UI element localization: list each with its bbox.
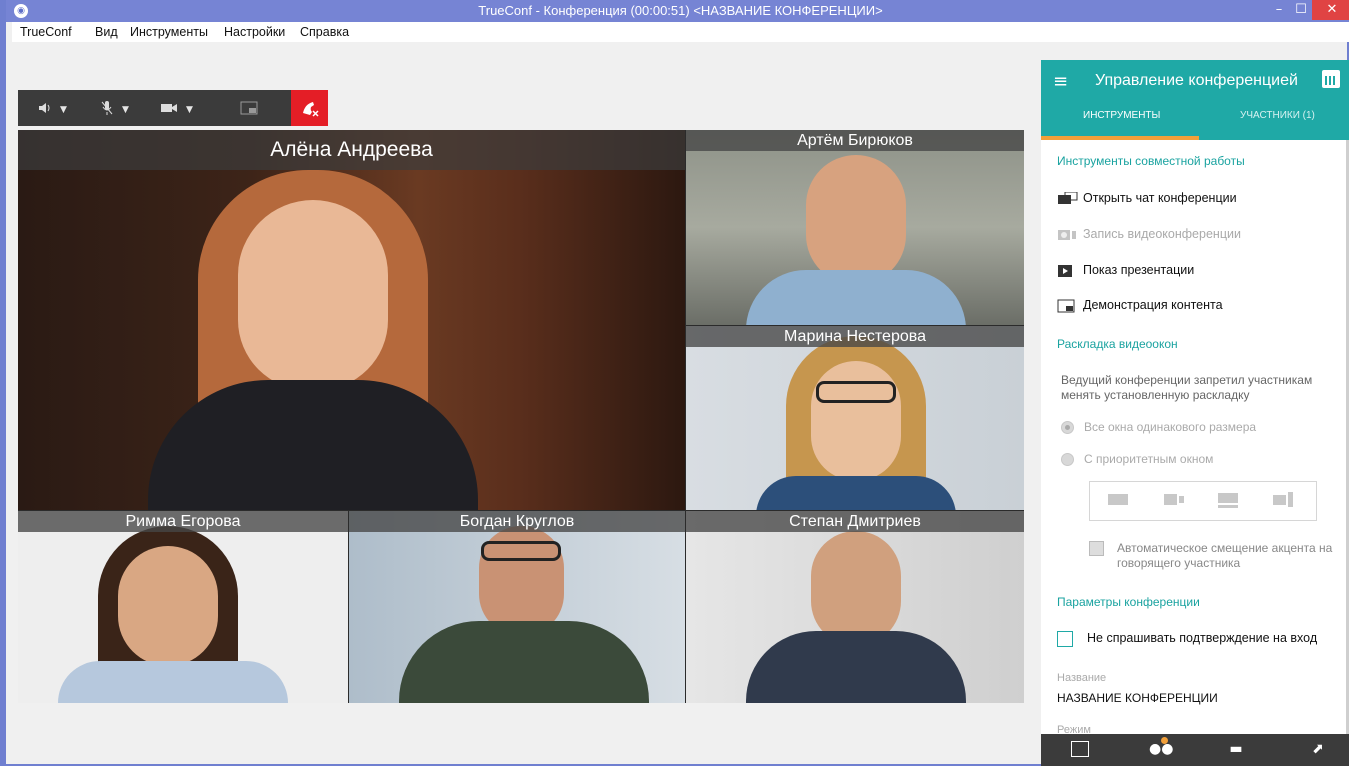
open-chat-label: Открыть чат конференции (1083, 191, 1237, 205)
maximize-button[interactable]: ☐ (1290, 0, 1312, 20)
participant-face (806, 155, 906, 285)
participant-name: Степан Дмитриев (686, 511, 1024, 532)
participant-face (118, 546, 218, 666)
checkbox (1089, 541, 1104, 556)
hang-up-button[interactable] (291, 90, 328, 126)
chevron-down-icon: ▼ (60, 105, 67, 115)
content-share-icon (1057, 299, 1075, 313)
hamburger-menu-icon[interactable]: ≡ (1053, 71, 1068, 92)
participant-name: Марина Нестерова (686, 326, 1024, 347)
record-icon (1058, 229, 1076, 240)
screen-share-icon (240, 101, 258, 115)
menu-help[interactable]: Справка (300, 25, 349, 39)
presentation-icon (1058, 264, 1072, 277)
video-tile[interactable]: Римма Егорова (18, 511, 348, 703)
chevron-down-icon: ▼ (186, 105, 193, 115)
layout-option-1[interactable] (1108, 490, 1128, 510)
speaker-icon (39, 103, 50, 113)
chat-icon (1058, 191, 1078, 204)
show-presentation-label: Показ презентации (1083, 263, 1195, 277)
section-collab-title: Инструменты совместной работы (1057, 154, 1245, 168)
auto-focus-checkbox[interactable]: Автоматическое смещение акцента на говор… (1089, 541, 1339, 571)
section-layout-title: Раскладка видеоокон (1057, 337, 1178, 351)
mic-button[interactable]: ▼ (100, 90, 129, 126)
minimize-button[interactable]: – (1268, 0, 1290, 20)
participant-body (746, 631, 966, 703)
contact-card-icon[interactable] (1071, 741, 1089, 757)
auto-focus-label: Автоматическое смещение акцента на говор… (1117, 541, 1333, 570)
calendar-icon[interactable] (1322, 70, 1340, 88)
panel-header: ≡ Управление конференцией ИНСТРУМЕНТЫ УЧ… (1041, 60, 1349, 140)
content-share-label: Демонстрация контента (1083, 298, 1223, 312)
content-share-button[interactable]: Демонстрация контента (1057, 298, 1223, 316)
chevron-down-icon: ▼ (122, 105, 129, 115)
participant-face (811, 361, 901, 481)
tab-participants[interactable]: УЧАСТНИКИ (1) (1240, 110, 1315, 121)
participant-name: Римма Егорова (18, 511, 348, 532)
video-tile[interactable]: Степан Дмитриев (686, 511, 1024, 703)
video-grid: Алёна Андреева Артём Бирюков Марина Нест… (18, 130, 1024, 703)
camera-button[interactable]: ▼ (160, 90, 193, 126)
checkbox (1057, 631, 1073, 647)
video-tile-main[interactable]: Алёна Андреева (18, 130, 685, 510)
participant-face (238, 200, 388, 390)
menu-trueconf[interactable]: TrueConf (20, 25, 72, 39)
window-title: TrueConf - Конференция (00:00:51) <НАЗВА… (478, 3, 883, 18)
participant-body (756, 476, 956, 510)
screen-share-button[interactable] (240, 90, 258, 126)
participant-body (746, 270, 966, 325)
menu-view[interactable]: Вид (95, 25, 118, 39)
menu-tools[interactable]: Инструменты (130, 25, 208, 39)
open-chat-button[interactable]: Открыть чат конференции (1057, 191, 1237, 209)
layout-restriction-note: Ведущий конференции запретил участникам … (1061, 373, 1313, 402)
chat-bubble-icon[interactable]: ▬ (1227, 741, 1245, 757)
layout-options (1089, 481, 1317, 521)
record-conference-button[interactable]: Запись видеоконференции (1057, 227, 1241, 245)
glasses (816, 381, 896, 403)
app-window: ◉ TrueConf - Конференция (00:00:51) <НАЗ… (0, 0, 1349, 766)
layout-option-3[interactable] (1218, 490, 1238, 510)
glasses (481, 541, 561, 561)
conference-control-panel: ≡ Управление конференцией ИНСТРУМЕНТЫ УЧ… (1041, 60, 1349, 766)
layout-option-2[interactable] (1164, 490, 1184, 510)
title-bar[interactable]: ◉ TrueConf - Конференция (00:00:51) <НАЗ… (6, 0, 1349, 22)
radio-equal-label: Все окна одинакового размера (1084, 420, 1257, 434)
conference-name-label: Название (1057, 672, 1107, 684)
tab-tools[interactable]: ИНСТРУМЕНТЫ (1083, 110, 1160, 121)
conference-name-value: НАЗВАНИЕ КОНФЕРЕНЦИИ (1057, 691, 1218, 705)
radio-equal-size[interactable]: Все окна одинакового размера (1061, 420, 1257, 435)
radio-priority-label: С приоритетным окном (1084, 452, 1214, 466)
participant-body (399, 621, 649, 703)
record-conference-label: Запись видеоконференции (1083, 227, 1241, 241)
menu-settings[interactable]: Настройки (224, 25, 285, 39)
video-tile[interactable]: Богдан Круглов (349, 511, 685, 703)
show-presentation-button[interactable]: Показ презентации (1057, 263, 1194, 281)
menu-bar: TrueConf Вид Инструменты Настройки Справ… (12, 22, 1349, 42)
participant-name: Богдан Круглов (349, 511, 685, 532)
radio-priority-window[interactable]: С приоритетным окном (1061, 452, 1214, 467)
mic-icon (101, 101, 113, 115)
speaker-button[interactable]: ▼ (38, 90, 67, 126)
radio-indicator (1061, 421, 1074, 435)
participant-body (58, 661, 288, 703)
radio-indicator (1061, 453, 1074, 467)
participant-face (811, 531, 901, 646)
call-toolbar: ▼ ▼ ▼ (18, 90, 328, 126)
panel-title: Управление конференцией (1095, 72, 1298, 89)
hang-up-icon (302, 101, 319, 117)
panel-bottom-bar: ●● ▬ ⬈ (1041, 734, 1349, 766)
expand-icon[interactable]: ⬈ (1309, 741, 1327, 757)
camera-icon (161, 104, 177, 112)
layout-option-4[interactable] (1273, 490, 1293, 510)
no-confirm-label: Не спрашивать подтверждение на вход (1087, 631, 1318, 645)
section-params-title: Параметры конференции (1057, 595, 1200, 609)
no-confirm-checkbox[interactable]: Не спрашивать подтверждение на вход (1057, 631, 1317, 649)
participants-icon[interactable]: ●● (1149, 737, 1173, 757)
video-tile[interactable]: Артём Бирюков (686, 130, 1024, 325)
active-tab-indicator (1041, 136, 1199, 140)
video-tile[interactable]: Марина Нестерова (686, 326, 1024, 510)
participant-name: Алёна Андреева (18, 130, 685, 170)
close-button[interactable]: ✕ (1312, 0, 1349, 20)
participant-name: Артём Бирюков (686, 130, 1024, 151)
